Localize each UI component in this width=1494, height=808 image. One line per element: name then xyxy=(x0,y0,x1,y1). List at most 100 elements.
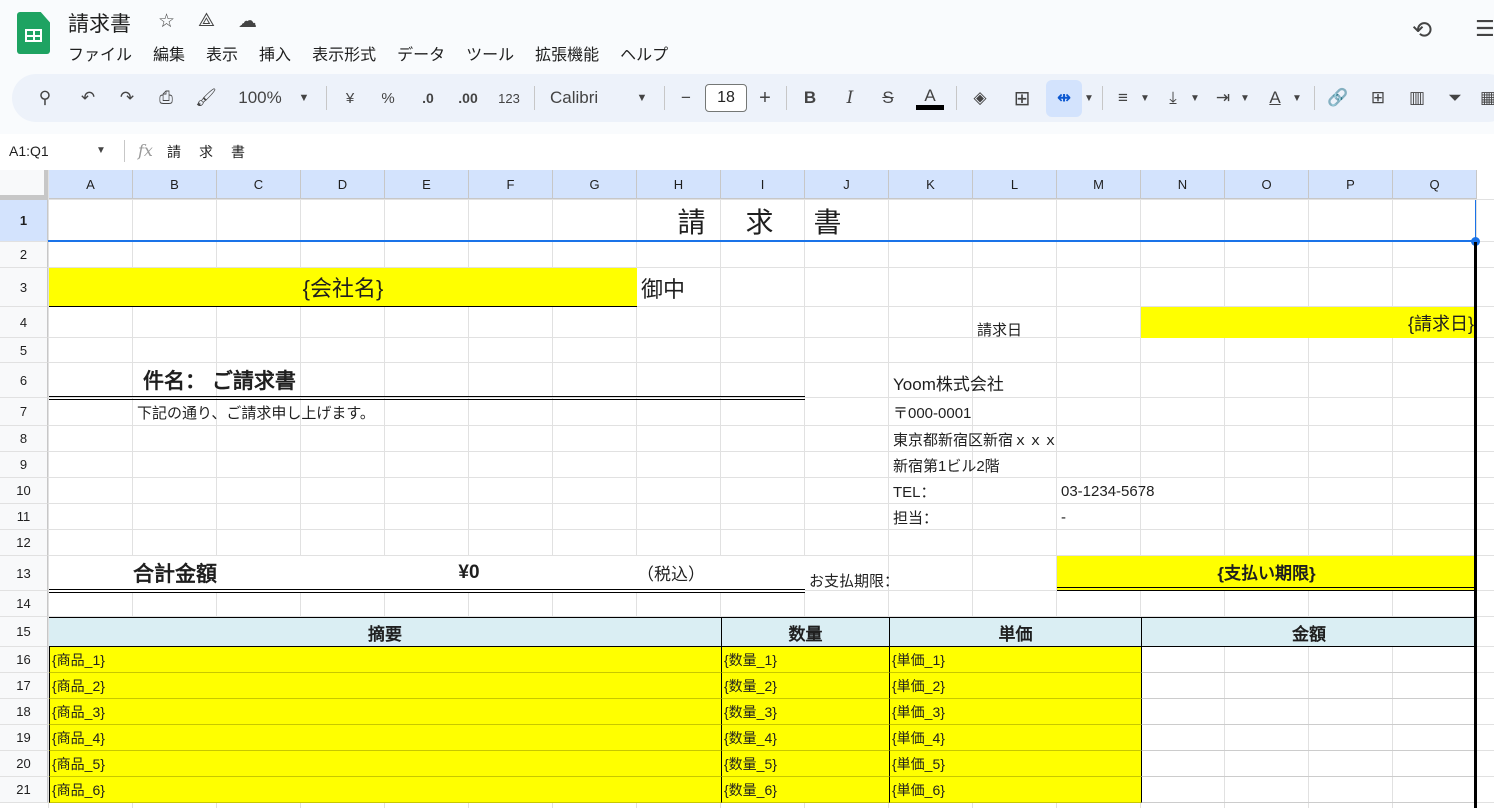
sheets-logo[interactable] xyxy=(17,12,50,54)
fill-color-icon[interactable]: ◈ xyxy=(968,86,992,110)
menu-format[interactable]: 表示形式 xyxy=(312,41,376,65)
tel-label-cell[interactable]: TEL： xyxy=(893,478,1053,504)
row-header-2[interactable]: 2 xyxy=(0,242,48,268)
issuer-postal-cell[interactable]: 〒000-0001 xyxy=(893,399,1193,426)
version-history-icon[interactable]: ⟲ xyxy=(1412,16,1432,45)
header-description[interactable]: 摘要 xyxy=(49,617,721,647)
total-amount-cell[interactable]: ¥0 xyxy=(301,556,637,589)
chevron-down-icon[interactable]: ▼ xyxy=(1238,86,1252,110)
vertical-align-icon[interactable]: ⤓ xyxy=(1162,86,1184,110)
header-quantity[interactable]: 数量 xyxy=(721,617,889,647)
document-title[interactable]: 請求書 xyxy=(68,8,131,38)
zoom-select[interactable]: 100% xyxy=(232,86,288,110)
contact-cell[interactable]: - xyxy=(1061,504,1261,530)
item-price-cell[interactable]: {単価_3} xyxy=(889,699,1141,725)
column-header-K[interactable]: K xyxy=(889,170,973,199)
item-quantity-cell[interactable]: {数量_3} xyxy=(721,699,889,725)
strikethrough-icon[interactable]: S xyxy=(878,86,898,110)
column-header-L[interactable]: L xyxy=(973,170,1057,199)
print-icon[interactable]: ⎙ xyxy=(154,86,178,110)
item-quantity-cell[interactable]: {数量_6} xyxy=(721,777,889,803)
insert-link-icon[interactable]: 🔗 xyxy=(1326,86,1350,110)
chevron-down-icon[interactable]: ▼ xyxy=(96,145,106,156)
font-select[interactable]: Calibri xyxy=(550,86,610,110)
insert-comment-icon[interactable]: ⊞ xyxy=(1366,86,1390,110)
column-header-C[interactable]: C xyxy=(217,170,301,199)
undo-icon[interactable]: ↶ xyxy=(76,86,100,110)
text-wrapping-icon[interactable]: ⇥ xyxy=(1212,86,1234,110)
invoice-date-cell[interactable]: {請求日} xyxy=(1141,307,1476,338)
intro-text-cell[interactable]: 下記の通り、ご請求申し上げます。 xyxy=(137,399,637,426)
item-amount-cell[interactable] xyxy=(1141,647,1476,673)
item-price-cell[interactable]: {単価_2} xyxy=(889,673,1141,699)
row-header-15[interactable]: 15 xyxy=(0,617,48,647)
row-header-8[interactable]: 8 xyxy=(0,426,48,452)
row-header-9[interactable]: 9 xyxy=(0,452,48,478)
item-amount-cell[interactable] xyxy=(1141,725,1476,751)
item-name-cell[interactable]: {商品_1} xyxy=(49,647,721,673)
column-header-A[interactable]: A xyxy=(49,170,133,199)
item-name-cell[interactable]: {商品_5} xyxy=(49,751,721,777)
redo-icon[interactable]: ↷ xyxy=(115,86,139,110)
row-header-18[interactable]: 18 xyxy=(0,699,48,725)
issuer-address-cell[interactable]: 東京都新宿区新宿ｘｘｘ xyxy=(893,426,1193,452)
row-header-10[interactable]: 10 xyxy=(0,478,48,504)
due-date-cell[interactable]: {支払い期限} xyxy=(1057,556,1476,591)
menu-help[interactable]: ヘルプ xyxy=(620,41,668,65)
row-header-7[interactable]: 7 xyxy=(0,398,48,426)
company-name-cell[interactable]: {会社名} xyxy=(49,268,637,307)
move-to-drive-icon[interactable]: ⟁ xyxy=(198,10,215,32)
row-header-11[interactable]: 11 xyxy=(0,504,48,530)
item-price-cell[interactable]: {単価_5} xyxy=(889,751,1141,777)
header-unit-price[interactable]: 単価 xyxy=(889,617,1141,647)
cloud-saved-icon[interactable]: ☁ xyxy=(238,10,257,33)
item-quantity-cell[interactable]: {数量_1} xyxy=(721,647,889,673)
star-icon[interactable]: ☆ xyxy=(158,10,175,33)
item-amount-cell[interactable] xyxy=(1141,699,1476,725)
menu-data[interactable]: データ xyxy=(397,41,445,65)
row-header-19[interactable]: 19 xyxy=(0,725,48,751)
row-header-21[interactable]: 21 xyxy=(0,777,48,803)
increase-font-size-icon[interactable]: + xyxy=(755,86,775,110)
item-name-cell[interactable]: {商品_2} xyxy=(49,673,721,699)
item-quantity-cell[interactable]: {数量_4} xyxy=(721,725,889,751)
tax-note-cell[interactable]: （税込） xyxy=(637,556,737,589)
due-label-cell[interactable]: お支払期限： xyxy=(809,560,1009,593)
column-header-M[interactable]: M xyxy=(1057,170,1141,199)
decrease-decimal-button[interactable]: .0 xyxy=(415,86,441,110)
column-header-H[interactable]: H xyxy=(637,170,721,199)
chevron-down-icon[interactable]: ▼ xyxy=(296,86,312,110)
item-price-cell[interactable]: {単価_4} xyxy=(889,725,1141,751)
borders-icon[interactable]: ⊞ xyxy=(1010,86,1034,110)
row-header-4[interactable]: 4 xyxy=(0,307,48,338)
menu-view[interactable]: 表示 xyxy=(206,41,238,65)
column-header-D[interactable]: D xyxy=(301,170,385,199)
text-rotation-icon[interactable]: A xyxy=(1264,86,1286,110)
subject-cell[interactable]: 件名： ご請求書 xyxy=(49,363,805,400)
more-formats-button[interactable]: 123 xyxy=(495,86,523,110)
onchu-cell[interactable]: 御中 xyxy=(641,268,721,307)
column-header-J[interactable]: J xyxy=(805,170,889,199)
column-header-I[interactable]: I xyxy=(721,170,805,199)
filter-icon[interactable]: ⏷ xyxy=(1445,86,1465,110)
row-header-16[interactable]: 16 xyxy=(0,647,48,673)
decrease-font-size-icon[interactable]: − xyxy=(676,86,696,110)
column-header-F[interactable]: F xyxy=(469,170,553,199)
item-amount-cell[interactable] xyxy=(1141,777,1476,803)
formula-input[interactable]: 請 求 書 xyxy=(167,142,247,162)
tel-cell[interactable]: 03-1234-5678 xyxy=(1061,478,1261,504)
row-header-13[interactable]: 13 xyxy=(0,556,48,591)
menu-edit[interactable]: 編集 xyxy=(153,41,185,65)
chevron-down-icon[interactable]: ▼ xyxy=(1290,86,1304,110)
menu-file[interactable]: ファイル xyxy=(68,41,132,65)
row-header-20[interactable]: 20 xyxy=(0,751,48,777)
italic-button[interactable]: I xyxy=(840,86,860,110)
row-header-12[interactable]: 12 xyxy=(0,530,48,556)
column-header-P[interactable]: P xyxy=(1309,170,1393,199)
percent-format-button[interactable]: % xyxy=(378,86,398,110)
item-amount-cell[interactable] xyxy=(1141,673,1476,699)
item-name-cell[interactable]: {商品_4} xyxy=(49,725,721,751)
row-header-14[interactable]: 14 xyxy=(0,591,48,617)
row-header-17[interactable]: 17 xyxy=(0,673,48,699)
menu-tools[interactable]: ツール xyxy=(466,41,514,65)
